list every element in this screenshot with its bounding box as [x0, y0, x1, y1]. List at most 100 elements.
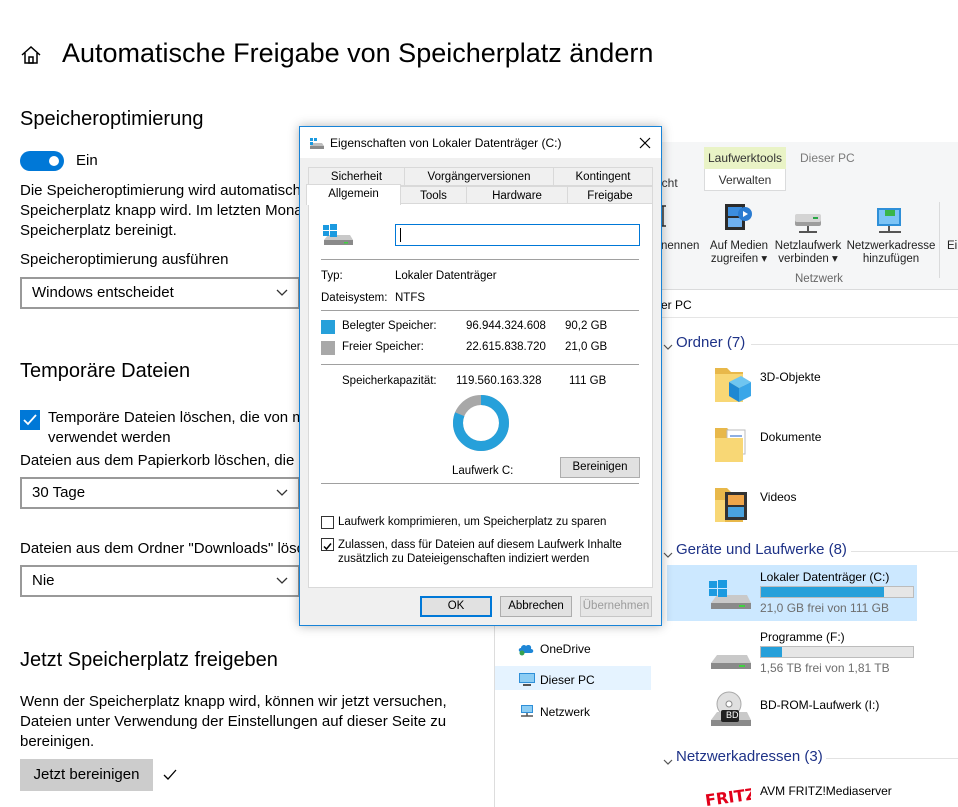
- tab-quota[interactable]: Kontingent: [553, 167, 653, 186]
- group-network-header[interactable]: Netzwerkadressen (3): [676, 748, 823, 765]
- optimization-heading: Speicheroptimierung: [20, 108, 204, 130]
- navigation-pane: OneDrive Dieser PC Netzwerk: [495, 628, 657, 807]
- compress-checkbox[interactable]: [321, 516, 334, 529]
- temp-delete-checkbox[interactable]: [20, 410, 40, 430]
- tab-drive-tools[interactable]: Laufwerktools: [704, 147, 786, 169]
- group-folders-header[interactable]: Ordner (7): [676, 334, 745, 351]
- tab-general[interactable]: Allgemein: [306, 184, 401, 205]
- used-bytes: 96.944.324.608: [466, 320, 546, 332]
- cancel-button[interactable]: Abbrechen: [500, 596, 572, 617]
- ribbon-partial-button[interactable]: nennen: [661, 240, 699, 253]
- temp-heading: Temporäre Dateien: [20, 360, 191, 382]
- bd-rom-icon: BD: [707, 690, 753, 737]
- downloads-label: Dateien aus dem Ordner "Downloads" lösc: [20, 540, 305, 557]
- properties-dialog: Eigenschaften von Lokaler Datenträger (C…: [299, 126, 662, 626]
- collapse-chevron-icon[interactable]: [663, 753, 673, 771]
- capacity-gb: 111 GB: [569, 375, 607, 387]
- nav-this-pc[interactable]: Dieser PC: [540, 673, 595, 687]
- filesystem-value: NTFS: [395, 292, 426, 304]
- used-label: Belegter Speicher:: [342, 320, 437, 332]
- close-icon[interactable]: [639, 136, 651, 154]
- drive-usage-bar: [760, 646, 914, 658]
- optimization-toggle[interactable]: [20, 151, 64, 171]
- cleanup-now-button[interactable]: Jetzt bereinigen: [20, 759, 153, 791]
- folder-documents-icon: [713, 422, 753, 471]
- type-label: Typ:: [321, 270, 343, 282]
- free-gb: 21,0 GB: [565, 341, 608, 353]
- network-location-icon: [873, 206, 907, 243]
- nav-onedrive[interactable]: OneDrive: [540, 642, 591, 656]
- free-now-heading: Jetzt Speicherplatz freigeben: [20, 649, 278, 671]
- nav-network[interactable]: Netzwerk: [540, 705, 590, 719]
- cleanup-button[interactable]: Bereinigen: [560, 457, 640, 478]
- map-network-drive-icon: [793, 212, 825, 241]
- run-dropdown[interactable]: Windows entscheidet: [20, 277, 300, 309]
- drive-free-space: 21,0 GB frei von 111 GB: [760, 601, 889, 615]
- folder-item[interactable]: 3D-Objekte: [760, 370, 821, 384]
- computer-icon: [518, 672, 536, 691]
- downloads-dropdown[interactable]: Nie: [20, 565, 300, 597]
- run-label: Speicheroptimierung ausführen: [20, 251, 229, 268]
- media-icon: [723, 200, 753, 239]
- used-gb: 90,2 GB: [565, 320, 608, 332]
- drive-icon: [309, 137, 325, 156]
- network-item[interactable]: AVM FRITZ!Mediaserver: [760, 784, 892, 798]
- drive-name[interactable]: BD-ROM-Laufwerk (I:): [760, 698, 879, 712]
- index-label: Zulassen, dass für Dateien auf diesem La…: [338, 539, 622, 565]
- drive-label: Laufwerk C:: [452, 465, 514, 477]
- free-color-swatch: [321, 341, 335, 355]
- check-icon: [162, 767, 178, 788]
- bd-badge: BD: [726, 710, 739, 720]
- folder-item[interactable]: Dokumente: [760, 430, 821, 444]
- windows-drive-icon: [707, 579, 753, 618]
- folder-item[interactable]: Videos: [760, 490, 796, 504]
- chevron-down-icon: [276, 289, 288, 296]
- dialog-titlebar[interactable]: Eigenschaften von Lokaler Datenträger (C…: [300, 127, 661, 158]
- home-icon[interactable]: [20, 44, 42, 66]
- network-icon: [518, 704, 536, 723]
- type-value: Lokaler Datenträger: [395, 270, 497, 282]
- tab-this-pc: Dieser PC: [800, 151, 855, 165]
- general-tab-panel: Typ: Lokaler Datenträger Dateisystem: NT…: [308, 203, 653, 588]
- ribbon-partial-button-2[interactable]: Ei: [947, 240, 957, 253]
- ribbon-group-label: Netzwerk: [795, 273, 843, 285]
- group-divider: [851, 551, 958, 552]
- collapse-chevron-icon[interactable]: [663, 338, 673, 356]
- map-network-drive-button[interactable]: Netzlaufwerk verbinden ▾: [772, 240, 844, 266]
- group-devices-header[interactable]: Geräte und Laufwerke (8): [676, 541, 847, 558]
- optimization-description: Die Speicheroptimierung wird automatisch…: [20, 182, 303, 239]
- separator: [321, 259, 639, 260]
- separator: [321, 364, 639, 365]
- index-checkbox[interactable]: [321, 538, 334, 551]
- checkmark-icon: [323, 543, 332, 551]
- chevron-down-icon: [276, 489, 288, 496]
- hard-drive-icon: [707, 647, 753, 680]
- checkmark-icon: [23, 414, 37, 426]
- usage-donut-chart: [451, 393, 511, 458]
- separator: [321, 483, 639, 484]
- drive-name-input[interactable]: [395, 224, 640, 246]
- tab-previous-versions[interactable]: Vorgängerversionen: [404, 167, 554, 186]
- free-now-description: Wenn der Speicherplatz knapp wird, könne…: [20, 693, 447, 750]
- toggle-state-label: Ein: [76, 152, 98, 169]
- media-button[interactable]: Auf Medien zugreifen ▾: [706, 240, 772, 266]
- capacity-bytes: 119.560.163.328: [456, 375, 542, 387]
- ok-button[interactable]: OK: [420, 596, 492, 617]
- drive-name[interactable]: Programme (F:): [760, 630, 845, 644]
- onedrive-icon: [518, 642, 534, 661]
- used-color-swatch: [321, 320, 335, 334]
- apply-button[interactable]: Übernehmen: [580, 596, 652, 617]
- group-divider: [751, 344, 958, 345]
- chevron-down-icon: [276, 577, 288, 584]
- temp-delete-label: Temporäre Dateien löschen, die von m ver…: [48, 409, 305, 446]
- fritz-logo: FRITZ!: [705, 783, 751, 807]
- group-divider: [826, 758, 958, 759]
- compress-label: Laufwerk komprimieren, um Speicherplatz …: [338, 516, 607, 528]
- recycle-dropdown[interactable]: 30 Tage: [20, 477, 300, 509]
- network-location-button[interactable]: Netzwerkadresse hinzufügen: [845, 240, 937, 266]
- collapse-chevron-icon[interactable]: [663, 546, 673, 564]
- ribbon-separator: [939, 202, 940, 278]
- text-cursor: [400, 228, 401, 242]
- tab-manage[interactable]: Verwalten: [704, 169, 786, 191]
- drive-c-item[interactable]: Lokaler Datenträger (C:) 21,0 GB frei vo…: [667, 565, 917, 621]
